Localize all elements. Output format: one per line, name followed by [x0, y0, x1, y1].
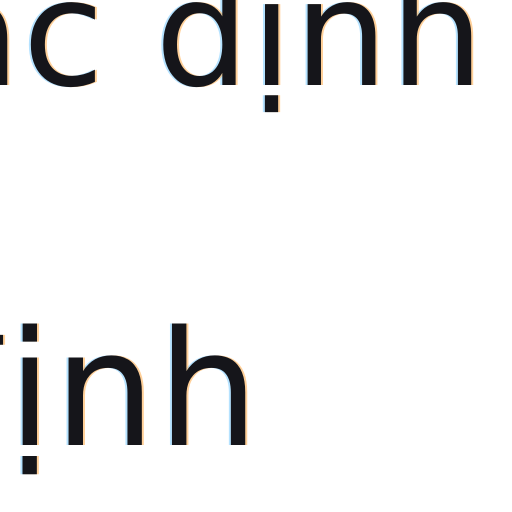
magnified-text-line-1: ác định	[0, 0, 486, 120]
magnified-text-line-2: định	[0, 296, 261, 483]
magnified-text-viewport: ác định định	[0, 0, 512, 512]
